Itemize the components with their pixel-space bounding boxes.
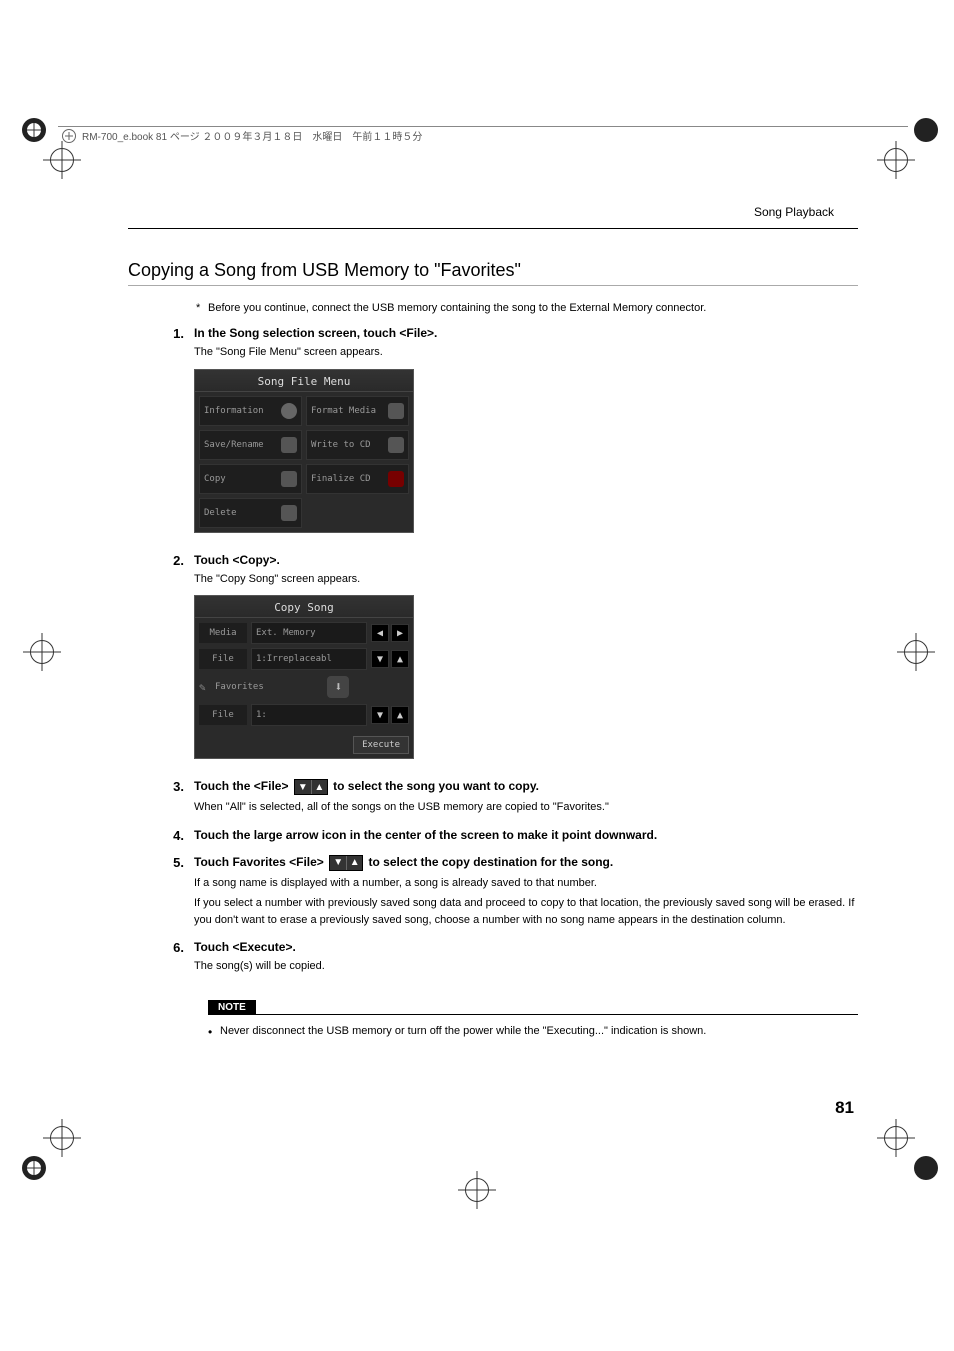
page-number: 81 [835, 1098, 854, 1118]
screenshot-title: Copy Song [195, 596, 413, 618]
menu-format-media[interactable]: Format Media [306, 396, 409, 426]
registration-mark-mr [904, 640, 928, 664]
pencil-icon: ✎ [199, 681, 211, 694]
media-label: Media [199, 623, 247, 643]
down-arrow-button[interactable]: ▼ [371, 706, 389, 724]
step-instruction: In the Song selection screen, touch <Fil… [194, 326, 858, 340]
crop-mark-bl [22, 1156, 46, 1180]
pre-note: Before you continue, connect the USB mem… [208, 302, 858, 314]
song-file-menu-screenshot: Song File Menu Information Format Media … [194, 369, 414, 533]
page-header-line: RM-700_e.book 81 ページ ２００９年３月１８日 水曜日 午前１１… [58, 126, 908, 143]
registration-mark-br [884, 1126, 908, 1150]
menu-information[interactable]: Information [199, 396, 302, 426]
cd-finalize-icon [388, 471, 404, 487]
step-number: 2. [128, 553, 184, 768]
step-number: 1. [128, 326, 184, 541]
step-number: 4. [128, 828, 184, 843]
dest-file-label: File [199, 705, 247, 725]
registration-mark-bc [465, 1178, 489, 1202]
step-detail: The "Copy Song" screen appears. [194, 571, 858, 588]
book-icon [62, 129, 76, 143]
registration-mark-tl [50, 148, 74, 172]
note-text: Never disconnect the USB memory or turn … [208, 1025, 858, 1037]
media-value: Ext. Memory [251, 622, 367, 644]
down-arrow-button[interactable]: ▼ [371, 650, 389, 668]
up-arrow-button[interactable]: ▲ [391, 650, 409, 668]
step-number: 5. [128, 855, 184, 929]
right-arrow-button[interactable]: ▶ [391, 624, 409, 642]
note-label: NOTE [208, 1000, 256, 1015]
menu-write-to-cd[interactable]: Write to CD [306, 430, 409, 460]
registration-mark-bl [50, 1126, 74, 1150]
note-rule [208, 1014, 858, 1015]
page-header-text: RM-700_e.book 81 ページ ２００９年３月１８日 水曜日 午前１１… [82, 128, 422, 143]
down-arrow-icon: ▼ [330, 856, 346, 870]
file-label: File [199, 649, 247, 669]
registration-mark-tr [884, 148, 908, 172]
file-up-down-arrows: ▼ ▲ [294, 779, 328, 795]
down-arrow-icon: ▼ [295, 780, 311, 794]
step-instruction: Touch the <File> ▼ ▲ to select the song … [194, 779, 858, 795]
up-arrow-button[interactable]: ▲ [391, 706, 409, 724]
crop-mark-tl [22, 118, 46, 142]
up-arrow-icon: ▲ [311, 780, 327, 794]
step-instruction: Touch <Execute>. [194, 940, 858, 954]
info-icon [281, 403, 297, 419]
copy-song-screenshot: Copy Song Media Ext. Memory ◀ ▶ File 1:I… [194, 595, 414, 759]
step-instruction: Touch <Copy>. [194, 553, 858, 567]
favorites-up-down-arrows: ▼ ▲ [329, 855, 363, 871]
up-arrow-icon: ▲ [346, 856, 362, 870]
step-number: 3. [128, 779, 184, 816]
title-rule [128, 285, 858, 286]
step-detail: The song(s) will be copied. [194, 958, 858, 975]
center-direction-arrow[interactable]: ⬇ [327, 676, 349, 698]
media-icon [388, 403, 404, 419]
section-rule [128, 228, 858, 229]
step-detail: If you select a number with previously s… [194, 895, 858, 928]
file-value: 1:Irreplaceabl [251, 648, 367, 670]
step-instruction: Touch Favorites <File> ▼ ▲ to select the… [194, 855, 858, 871]
menu-finalize-cd[interactable]: Finalize CD [306, 464, 409, 494]
copy-icon [281, 471, 297, 487]
crop-mark-br [914, 1156, 938, 1180]
left-arrow-button[interactable]: ◀ [371, 624, 389, 642]
favorites-label: Favorites [215, 682, 264, 692]
cd-write-icon [388, 437, 404, 453]
menu-copy[interactable]: Copy [199, 464, 302, 494]
step-instruction: Touch the large arrow icon in the center… [194, 828, 858, 842]
execute-button[interactable]: Execute [353, 736, 409, 754]
step-detail: The "Song File Menu" screen appears. [194, 344, 858, 361]
section-header: Song Playback [754, 205, 834, 219]
disk-icon [281, 437, 297, 453]
menu-delete[interactable]: Delete [199, 498, 302, 528]
step-detail: When "All" is selected, all of the songs… [194, 799, 858, 816]
step-detail: If a song name is displayed with a numbe… [194, 875, 858, 892]
menu-save-rename[interactable]: Save/Rename [199, 430, 302, 460]
page-title: Copying a Song from USB Memory to "Favor… [128, 260, 858, 281]
step-number: 6. [128, 940, 184, 975]
dest-file-value: 1: [251, 704, 367, 726]
crop-mark-tr [914, 118, 938, 142]
registration-mark-ml [30, 640, 54, 664]
screenshot-title: Song File Menu [195, 370, 413, 392]
delete-icon [281, 505, 297, 521]
